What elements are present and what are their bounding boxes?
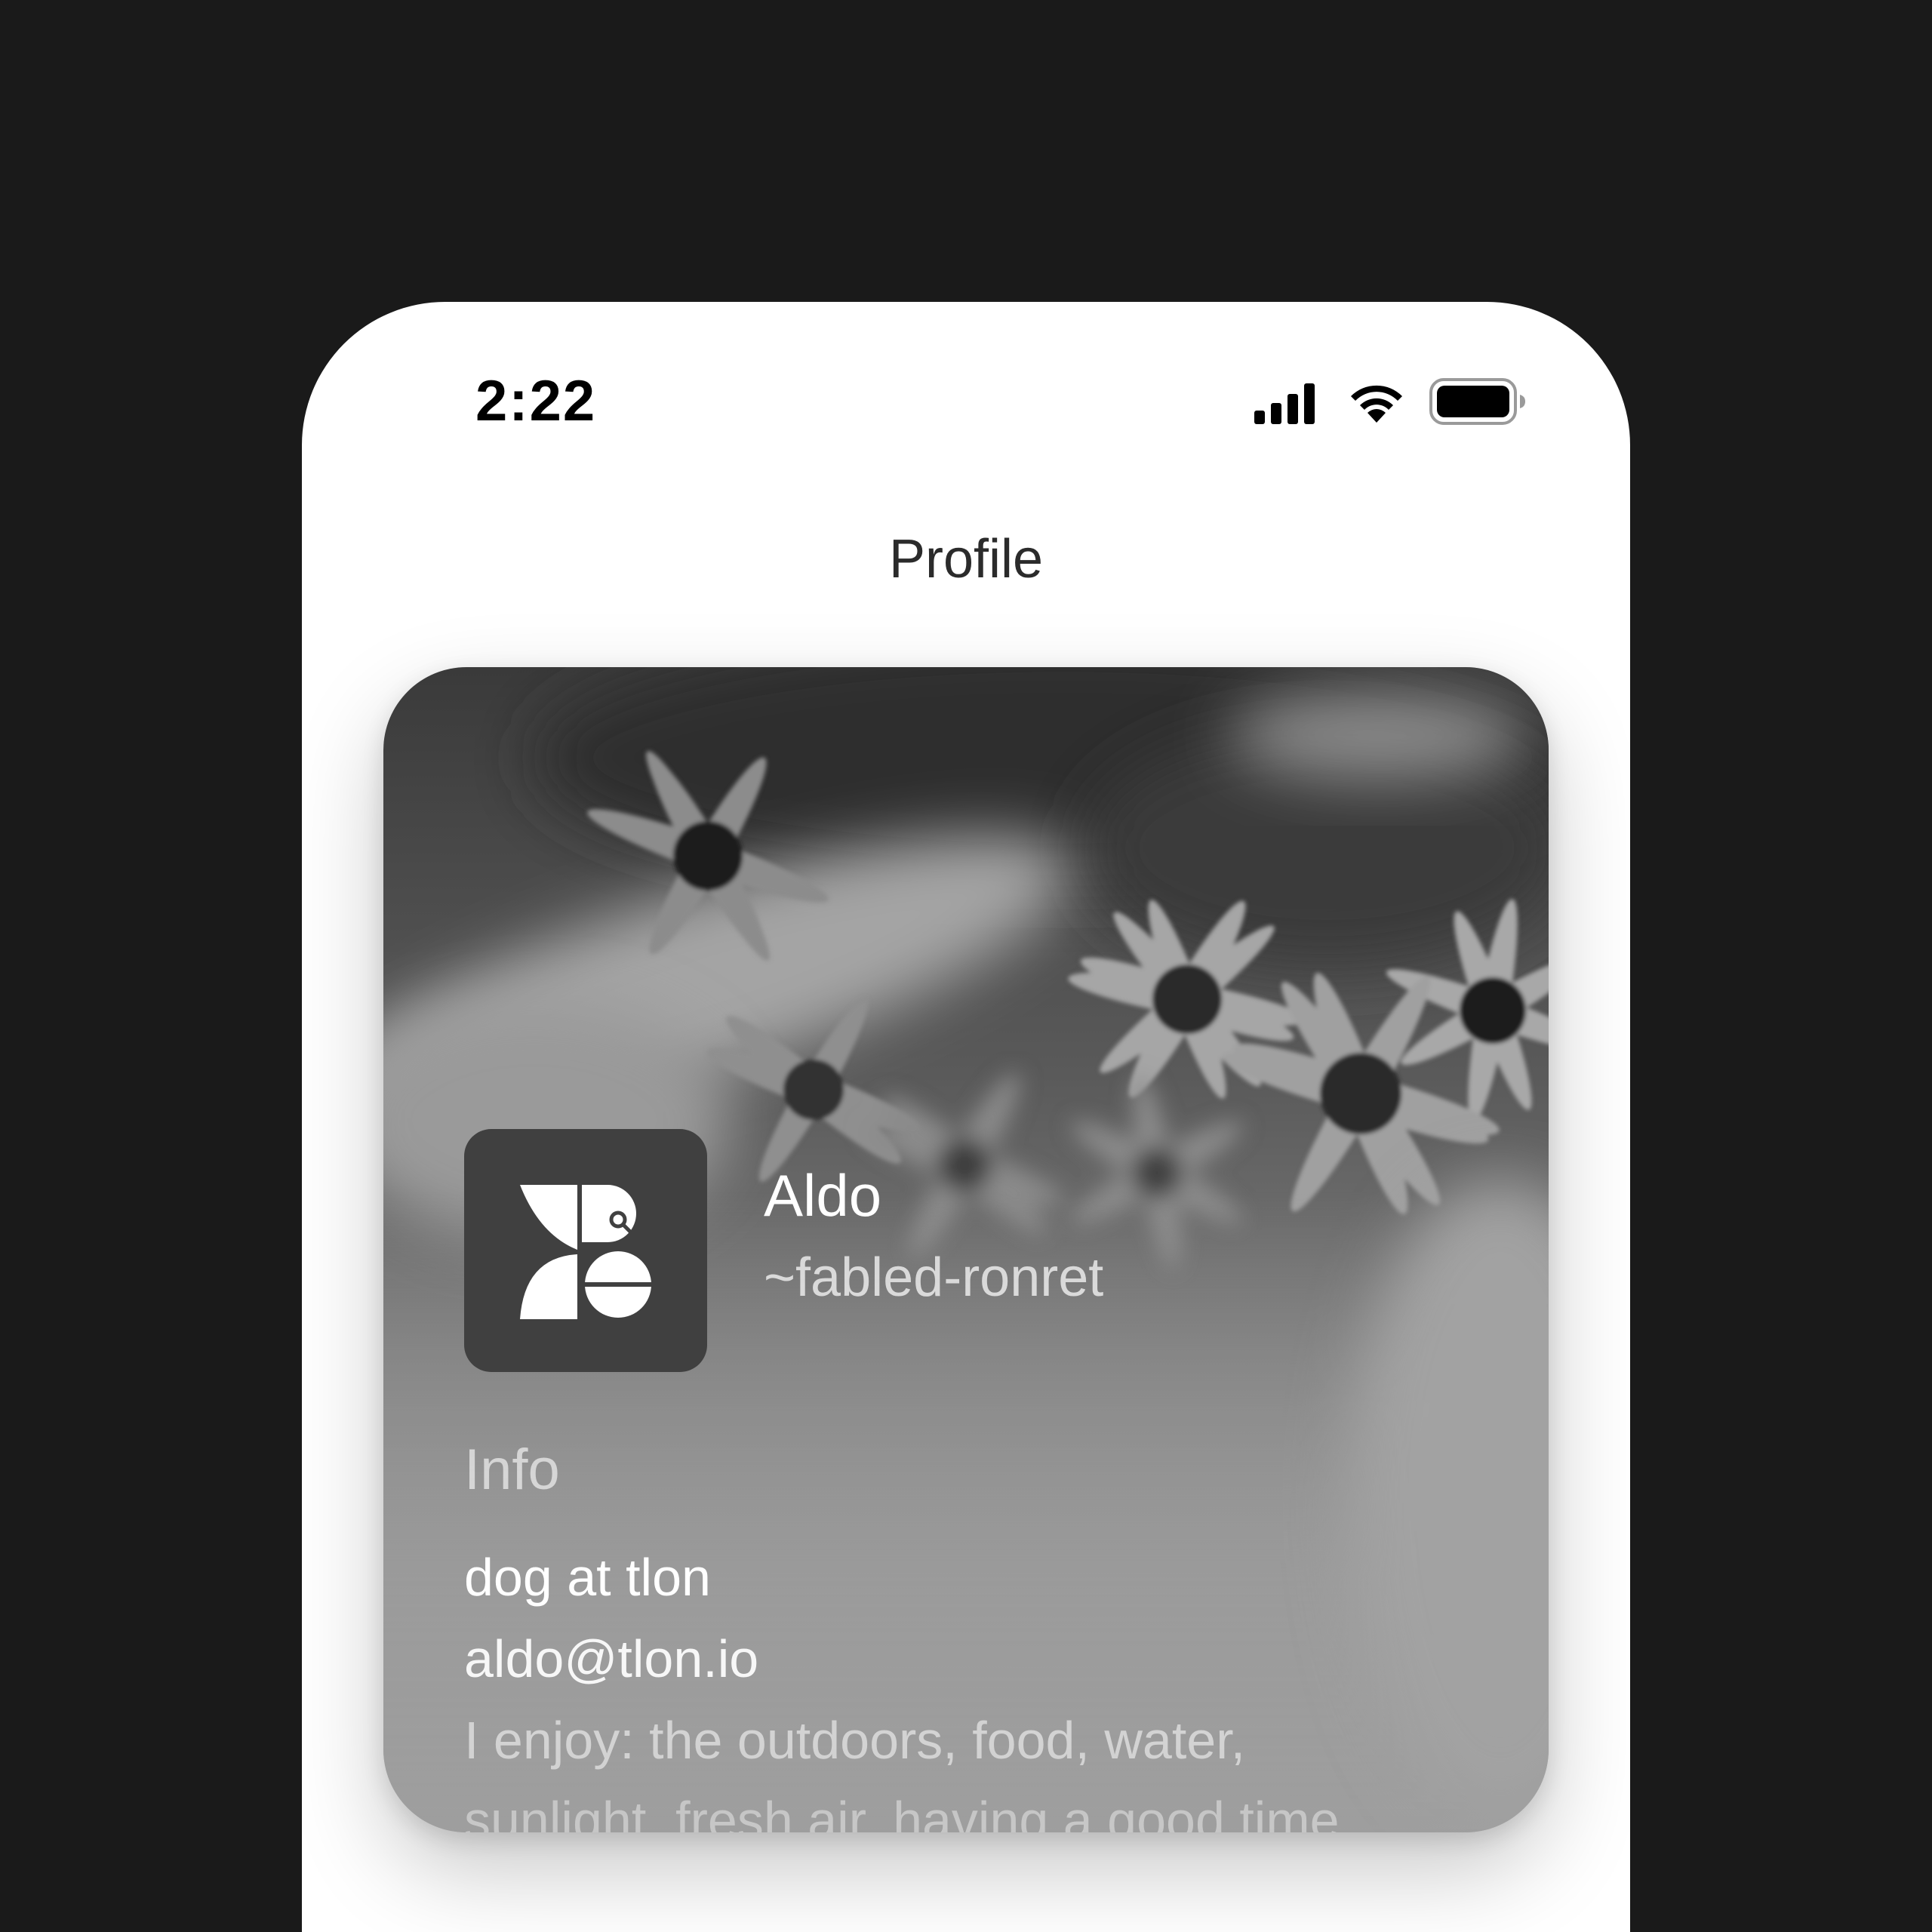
profile-email-text: aldo@tlon.io bbox=[464, 1629, 759, 1688]
wifi-icon bbox=[1351, 385, 1402, 423]
status-bar-icons bbox=[1253, 377, 1525, 429]
page-title: Profile bbox=[888, 529, 1044, 589]
profile-name: Aldo bbox=[764, 1162, 882, 1229]
info-section-label: Info bbox=[464, 1438, 560, 1502]
phone-screen: 2:22 Profile Aldo ~fabled-ronret Info do… bbox=[302, 302, 1630, 1932]
status-bar-time: 2:22 bbox=[475, 369, 597, 433]
profile-title-text: dog at tlon bbox=[464, 1548, 711, 1607]
profile-handle: ~fabled-ronret bbox=[764, 1247, 1104, 1308]
profile-bio-line-2: sunlight, fresh air, having a good time bbox=[464, 1791, 1340, 1832]
avatar[interactable] bbox=[464, 1129, 707, 1372]
cellular-signal-icon bbox=[1254, 383, 1315, 424]
tlon-logo-icon bbox=[520, 1185, 653, 1319]
profile-bio-line-1: I enjoy: the outdoors, food, water, bbox=[464, 1711, 1246, 1770]
battery-icon bbox=[1429, 378, 1525, 425]
profile-card[interactable]: Aldo ~fabled-ronret Info dog at tlon ald… bbox=[383, 667, 1549, 1832]
